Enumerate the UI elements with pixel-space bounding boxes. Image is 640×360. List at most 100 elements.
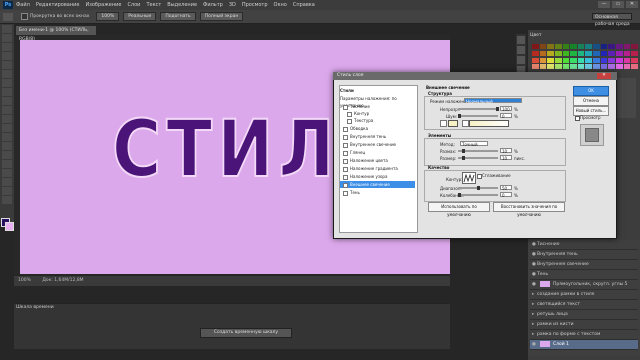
color-swatch[interactable] xyxy=(623,44,631,49)
range-field[interactable]: 50 xyxy=(500,185,512,191)
crop-tool-icon[interactable] xyxy=(2,61,12,69)
style-checkbox[interactable] xyxy=(343,182,348,188)
path-selection-tool-icon[interactable] xyxy=(2,169,12,177)
scroll-all-checkbox[interactable] xyxy=(21,13,28,20)
pen-tool-icon[interactable] xyxy=(2,151,12,159)
style-checkbox[interactable] xyxy=(343,190,348,196)
gradient-radio[interactable] xyxy=(462,120,469,127)
properties-panel-icon[interactable] xyxy=(517,46,525,54)
color-swatch[interactable] xyxy=(623,50,631,56)
make-default-button[interactable]: Использовать по умолчанию xyxy=(428,202,490,217)
eye-icon[interactable]: ● xyxy=(532,340,537,349)
color-swatch[interactable] xyxy=(600,57,608,63)
blur-tool-icon[interactable] xyxy=(2,133,12,141)
menu-select[interactable]: Выделение xyxy=(167,2,197,8)
style-checkbox[interactable] xyxy=(343,150,348,156)
color-swatch[interactable] xyxy=(631,50,638,56)
color-swatch[interactable] xyxy=(585,44,593,49)
history-panel-icon[interactable] xyxy=(517,36,525,44)
style-checkbox[interactable] xyxy=(343,166,348,172)
zoom-100-button[interactable]: 100% xyxy=(96,12,120,21)
color-swatch[interactable] xyxy=(616,64,623,70)
gradient-tool-icon[interactable] xyxy=(2,124,12,132)
workspace-select[interactable]: Основная рабочая среда xyxy=(592,13,632,27)
zoom-status[interactable]: 100% xyxy=(18,278,31,283)
style-item-contour[interactable]: Контур xyxy=(340,110,419,117)
brush-panel-icon[interactable] xyxy=(517,56,525,64)
menu-file[interactable]: Файл xyxy=(16,2,30,8)
style-checkbox[interactable] xyxy=(343,134,348,140)
menu-filter[interactable]: Фильтр xyxy=(203,2,223,8)
eye-icon[interactable]: ● xyxy=(532,280,537,289)
style-item-stroke[interactable]: Обводка xyxy=(340,125,415,132)
jitter-slider[interactable] xyxy=(458,194,498,196)
ok-button[interactable]: OK xyxy=(573,86,609,96)
color-swatch[interactable] xyxy=(593,50,600,56)
style-item-inner-shadow[interactable]: Внутренняя тень xyxy=(340,133,415,140)
layer-effect-row[interactable]: ●Внутренняя тень xyxy=(530,250,638,260)
color-swatch[interactable] xyxy=(554,57,562,63)
color-swatch[interactable] xyxy=(608,50,616,56)
dodge-tool-icon[interactable] xyxy=(2,142,12,150)
style-item-inner-glow[interactable]: Внутреннее свечение xyxy=(340,141,415,148)
menu-image[interactable]: Изображение xyxy=(85,2,121,8)
layer-effect-row[interactable]: ●Тень xyxy=(530,270,638,280)
color-swatch[interactable] xyxy=(547,44,554,49)
fill-screen-button[interactable]: Полный экран xyxy=(199,12,244,21)
noise-field[interactable]: 0 xyxy=(500,113,512,119)
style-checkbox[interactable] xyxy=(347,118,352,124)
color-swatch[interactable] xyxy=(577,57,585,63)
style-item-outer-glow[interactable]: Внешнее свечение xyxy=(340,181,415,188)
color-swatch[interactable] xyxy=(532,57,539,63)
color-swatch[interactable] xyxy=(631,64,638,70)
opacity-slider[interactable] xyxy=(458,108,498,110)
color-swatch[interactable] xyxy=(608,57,616,63)
color-swatch[interactable] xyxy=(577,64,585,70)
noise-slider-knob[interactable] xyxy=(458,114,461,118)
color-swatch[interactable] xyxy=(562,44,570,49)
background-color-swatch[interactable] xyxy=(5,222,14,231)
color-swatch[interactable] xyxy=(593,64,600,70)
color-swatch[interactable] xyxy=(554,44,562,49)
style-checkbox[interactable] xyxy=(343,174,348,180)
style-checkbox[interactable] xyxy=(343,126,348,132)
color-swatch[interactable] xyxy=(631,57,638,63)
healing-brush-tool-icon[interactable] xyxy=(2,79,12,87)
color-swatch[interactable] xyxy=(631,44,638,49)
color-swatch[interactable] xyxy=(570,57,577,63)
jitter-field[interactable]: 0 xyxy=(500,192,512,198)
marquee-tool-icon[interactable] xyxy=(2,34,12,42)
color-swatch[interactable] xyxy=(547,57,554,63)
color-swatch[interactable] xyxy=(616,44,623,49)
color-panel-tab[interactable]: Цвет xyxy=(530,32,550,40)
timeline-tab[interactable]: Шкала времени xyxy=(16,304,76,312)
color-swatch[interactable] xyxy=(570,44,577,49)
color-swatch[interactable] xyxy=(577,44,585,49)
actual-pixels-button[interactable]: Реальные xyxy=(123,12,157,21)
color-swatch[interactable] xyxy=(562,64,570,70)
color-swatch[interactable] xyxy=(623,64,631,70)
zoom-tool-icon[interactable] xyxy=(2,196,12,204)
magic-wand-tool-icon[interactable] xyxy=(2,52,12,60)
style-item-texture[interactable]: Текстура xyxy=(340,117,419,124)
style-item-bevel[interactable]: Тиснение xyxy=(340,103,415,110)
opacity-field[interactable]: 100 xyxy=(500,106,512,112)
color-swatch[interactable] xyxy=(554,64,562,70)
layer-group-row[interactable]: ▸ светящийся текст xyxy=(530,300,638,310)
document-tab[interactable]: Без имени-1 @ 100% (СТИЛЬ, RGB/8) xyxy=(16,26,96,42)
layer-group-row[interactable]: ▸ создание рамки в стиле xyxy=(530,290,638,300)
color-swatch[interactable] xyxy=(532,64,539,70)
color-swatch[interactable] xyxy=(570,50,577,56)
color-swatch[interactable] xyxy=(562,50,570,56)
color-swatch[interactable] xyxy=(562,57,570,63)
color-swatch[interactable] xyxy=(554,50,562,56)
layer-group-row[interactable]: ● Прямоугольник, скругл. углы 5 xyxy=(530,280,638,290)
glow-gradient-picker[interactable] xyxy=(469,120,509,127)
style-item-gradient-overlay[interactable]: Наложение градиента xyxy=(340,165,415,172)
color-swatch[interactable] xyxy=(616,57,623,63)
color-swatch[interactable] xyxy=(608,64,616,70)
dialog-title[interactable]: Стиль слоя xyxy=(333,72,617,80)
size-slider-knob[interactable] xyxy=(462,156,465,160)
brush-tool-icon[interactable] xyxy=(2,88,12,96)
color-swatch[interactable] xyxy=(585,50,593,56)
